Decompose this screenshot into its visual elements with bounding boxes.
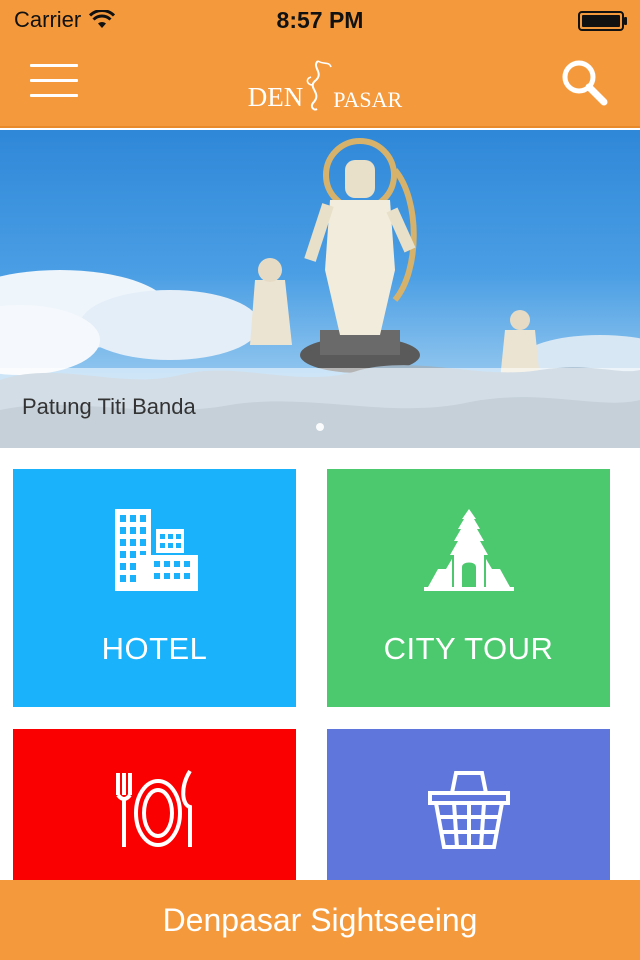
hotel-building-icon [114,509,198,591]
nav-bar: DEN PASAR [0,40,640,128]
battery-icon [578,11,627,31]
status-bar: Carrier 8:57 PM [0,0,640,40]
search-icon[interactable] [558,56,610,108]
hotel-label: HOTEL [101,631,208,666]
kris-logo-icon [306,60,333,111]
logo-prefix: DEN [247,82,304,112]
denpasar-logo: DEN PASAR [240,48,410,122]
hamburger-menu-icon[interactable] [30,64,78,100]
city-tour-tile[interactable]: CITY TOUR [327,469,610,707]
bottom-title-bar[interactable]: Denpasar Sightseeing [0,880,640,960]
carousel-page-indicator[interactable] [0,418,640,436]
city-tour-label: CITY TOUR [383,631,554,666]
hotel-tile[interactable]: HOTEL [13,469,296,707]
hero-caption: Patung Titi Banda [22,394,196,419]
fork-plate-knife-icon [115,769,192,847]
hero-carousel[interactable]: Patung Titi Banda [0,130,640,448]
page-dot[interactable] [316,423,324,431]
logo-suffix: PASAR [333,87,403,112]
status-time: 8:57 PM [276,7,364,33]
shopping-basket-icon [427,771,510,849]
temple-gate-icon [423,509,514,591]
